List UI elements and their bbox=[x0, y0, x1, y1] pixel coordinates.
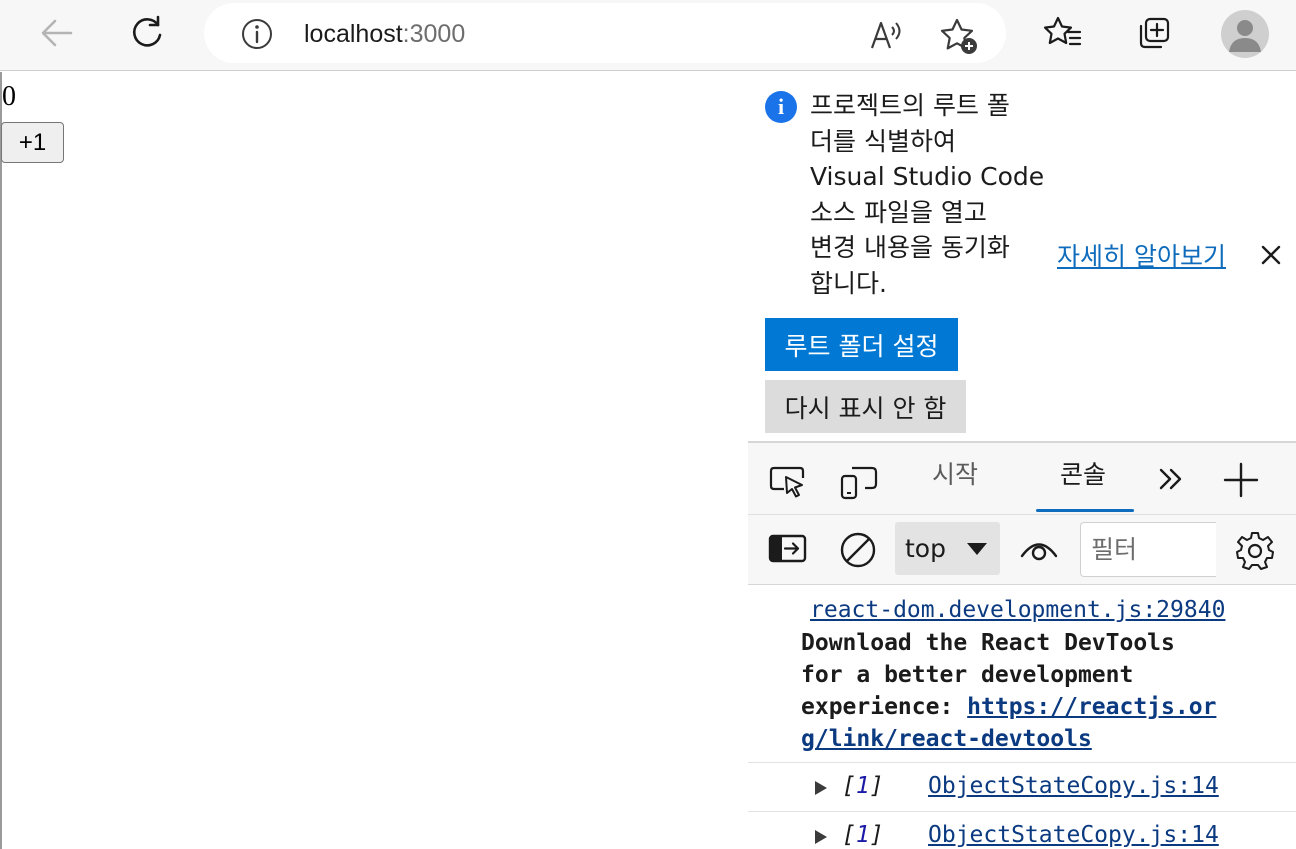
browser-toolbar: localhost:3000 bbox=[0, 0, 1296, 71]
message-line: Download the React DevTools bbox=[801, 630, 1175, 656]
url-host: localhost bbox=[304, 20, 403, 48]
console-log-row[interactable]: [1] ObjectStateCopy.js:14 bbox=[748, 811, 1296, 849]
set-root-folder-button[interactable]: 루트 폴더 설정 bbox=[765, 318, 958, 371]
toggle-sidebar-icon[interactable] bbox=[768, 531, 808, 567]
settings-gear-icon[interactable] bbox=[1235, 531, 1275, 571]
message-line-prefix: experience: bbox=[801, 694, 968, 720]
log-source-link[interactable]: ObjectStateCopy.js:14 bbox=[928, 772, 1219, 800]
message-line: g/link/react-devtools bbox=[801, 723, 1251, 755]
profile-icon bbox=[1229, 20, 1261, 52]
active-tab-indicator bbox=[1036, 509, 1134, 512]
refresh-icon bbox=[132, 15, 162, 47]
add-favorite-icon[interactable] bbox=[938, 15, 980, 57]
url-port: :3000 bbox=[402, 20, 466, 48]
console-toolbar: top bbox=[748, 515, 1296, 585]
add-tab-icon[interactable] bbox=[1222, 462, 1260, 500]
clear-console-icon[interactable] bbox=[839, 531, 877, 569]
context-selector[interactable]: top bbox=[895, 522, 1000, 575]
inspect-element-icon[interactable] bbox=[768, 462, 808, 502]
dropdown-arrow-icon bbox=[967, 543, 987, 555]
devtools-tabbar: 시작 콘솔 bbox=[748, 441, 1296, 515]
notice-line: 프로젝트의 루트 폴 bbox=[810, 91, 1010, 120]
notice-line: 소스 파일을 열고 bbox=[810, 197, 987, 227]
profile-avatar[interactable] bbox=[1221, 10, 1269, 58]
device-emulation-icon[interactable] bbox=[838, 462, 880, 502]
close-icon[interactable] bbox=[1260, 244, 1282, 266]
log-source-link[interactable]: ObjectStateCopy.js:14 bbox=[928, 821, 1219, 849]
react-devtools-link[interactable]: https://reactjs.or bbox=[967, 694, 1216, 720]
back-button[interactable] bbox=[34, 10, 80, 56]
console-log-row[interactable]: [1] ObjectStateCopy.js:14 bbox=[748, 762, 1296, 811]
window-edge bbox=[0, 72, 2, 849]
collections-button[interactable] bbox=[1130, 10, 1176, 56]
array-open-bracket: [ bbox=[842, 773, 856, 799]
array-close-bracket: ] bbox=[869, 773, 884, 799]
log-array-value: [1] bbox=[842, 821, 884, 849]
expand-triangle-icon[interactable] bbox=[814, 780, 828, 796]
notice-line: 더를 식별하여 bbox=[810, 126, 956, 156]
react-devtools-link-continued[interactable]: g/link/react-devtools bbox=[801, 726, 1092, 752]
notice-line: 변경 내용을 동기화 bbox=[810, 233, 1010, 262]
message-source-link[interactable]: react-dom.development.js:29840 bbox=[810, 596, 1225, 624]
more-tabs-icon[interactable] bbox=[1157, 462, 1185, 496]
address-bar[interactable]: localhost:3000 bbox=[204, 3, 1006, 63]
console-messages: react-dom.development.js:29840 Download … bbox=[748, 586, 1296, 849]
increment-button[interactable]: +1 bbox=[1, 122, 64, 163]
favorites-icon bbox=[1043, 16, 1082, 46]
react-devtools-message: Download the React DevTools for a better… bbox=[801, 627, 1251, 755]
array-open-bracket: [ bbox=[842, 822, 856, 848]
site-info-icon[interactable] bbox=[240, 17, 274, 51]
notice-line: 합니다. bbox=[810, 268, 887, 298]
array-item: 1 bbox=[855, 822, 870, 848]
tab-console[interactable]: 콘솔 bbox=[1060, 459, 1106, 491]
favorites-button[interactable] bbox=[1040, 10, 1086, 56]
live-expression-eye-icon[interactable] bbox=[1019, 531, 1059, 567]
refresh-button[interactable] bbox=[124, 10, 170, 56]
counter-value: 0 bbox=[2, 81, 16, 112]
url-text[interactable]: localhost:3000 bbox=[304, 20, 465, 48]
info-icon: i bbox=[765, 91, 797, 123]
learn-more-link[interactable]: 자세히 알아보기 bbox=[1057, 240, 1226, 274]
filter-input[interactable] bbox=[1080, 522, 1216, 577]
collections-icon bbox=[1139, 17, 1170, 49]
dont-show-again-button[interactable]: 다시 표시 안 함 bbox=[765, 380, 966, 433]
read-aloud-icon[interactable] bbox=[866, 15, 906, 55]
tab-start[interactable]: 시작 bbox=[932, 459, 978, 491]
message-line: experience: https://reactjs.or bbox=[801, 691, 1251, 723]
message-line: for a better development bbox=[801, 662, 1134, 688]
notice-line: Visual Studio Code bbox=[810, 162, 1045, 191]
log-array-value: [1] bbox=[842, 772, 884, 800]
workspace-notice-text: 프로젝트의 루트 폴 더를 식별하여 Visual Studio Code 소스… bbox=[810, 88, 1050, 301]
expand-triangle-icon[interactable] bbox=[814, 829, 828, 845]
array-close-bracket: ] bbox=[869, 822, 884, 848]
devtools-panel: i 프로젝트의 루트 폴 더를 식별하여 Visual Studio Code … bbox=[748, 72, 1296, 849]
array-item: 1 bbox=[855, 773, 870, 799]
context-label: top bbox=[905, 534, 946, 563]
back-arrow-icon bbox=[41, 19, 73, 47]
